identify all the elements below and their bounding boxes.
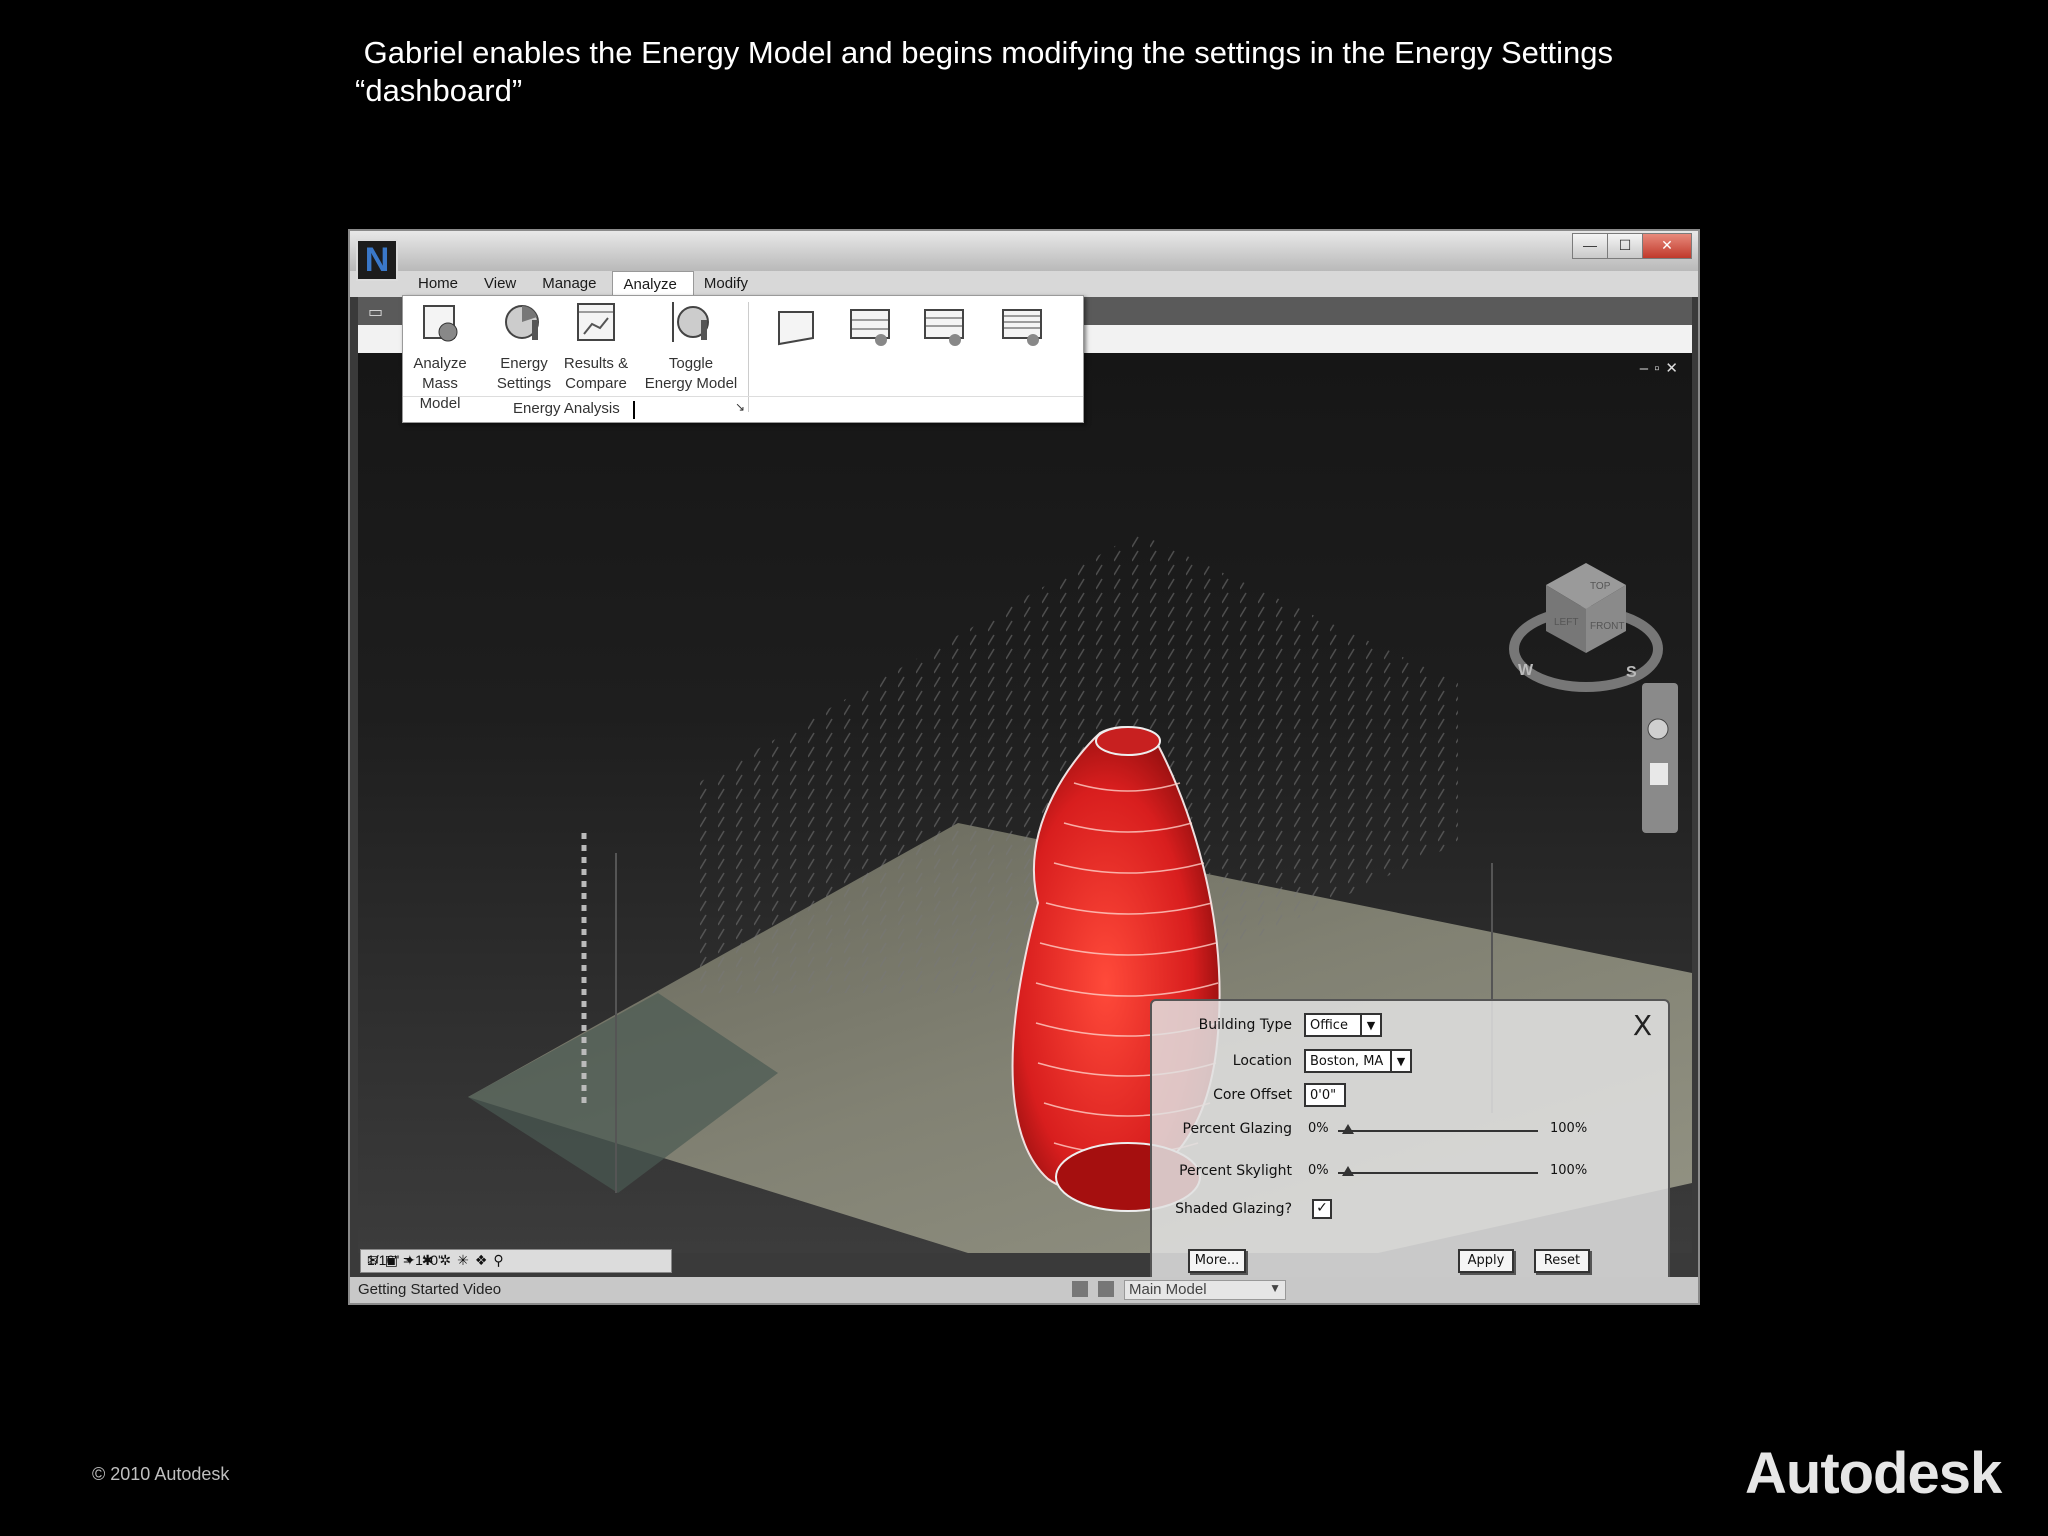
app-logo[interactable]: N	[356, 239, 398, 281]
reset-button[interactable]: Reset	[1534, 1249, 1590, 1273]
title-bar: — ☐ ✕	[350, 231, 1698, 271]
skylight-max-label: 100%	[1550, 1163, 1588, 1178]
percent-glazing-row: Percent Glazing 0% 100%	[1152, 1117, 1668, 1145]
3d-viewport[interactable]: TOP LEFT FRONT W S –▫✕ X Building Type O…	[358, 353, 1692, 1293]
viewcube-front-label: FRONT	[1590, 621, 1624, 632]
compass-west-label: W	[1518, 662, 1534, 679]
menu-bar: Home View Manage Analyze Modify	[408, 271, 764, 297]
shaded-glazing-row: Shaded Glazing? ✓	[1152, 1197, 1668, 1225]
status-bar: Getting Started Video Main Model ▼	[350, 1277, 1698, 1303]
mass-floors-icon[interactable]	[847, 304, 893, 350]
text-cursor	[633, 401, 635, 419]
autodesk-logo: Autodesk	[1745, 1441, 2002, 1506]
ribbon-panel: Analyze Mass Model Energy Settings Resul…	[402, 295, 1084, 423]
results-compare-icon	[577, 303, 615, 341]
minimize-button[interactable]: —	[1572, 233, 1608, 259]
skylight-min-label: 0%	[1308, 1163, 1329, 1178]
compass-south-label: S	[1626, 664, 1637, 681]
analyze-mass-model-icon	[423, 305, 458, 342]
open-folder-icon[interactable]: ▭	[368, 302, 383, 322]
menu-manage[interactable]: Manage	[532, 271, 612, 297]
workset-icon[interactable]	[1098, 1281, 1114, 1297]
mass-zones-icon[interactable]	[921, 304, 967, 350]
caption-line-1: Gabriel enables the Energy Model and beg…	[355, 35, 1613, 70]
toggle-energy-model-button[interactable]: Toggle Energy Model	[641, 300, 741, 394]
chevron-down-icon: ▼	[1360, 1015, 1380, 1035]
core-offset-row: Core Offset 0'0"	[1152, 1083, 1668, 1111]
viewport-window-controls[interactable]: –▫✕	[1640, 359, 1684, 377]
close-button[interactable]: ✕	[1642, 233, 1692, 259]
energy-settings-dialog: X Building Type Office ▼ Location Boston…	[1150, 999, 1670, 1293]
location-value: Boston, MA	[1310, 1054, 1384, 1069]
viewcube-left-label: LEFT	[1554, 617, 1578, 628]
percent-skylight-label: Percent Skylight	[1179, 1163, 1292, 1179]
tower-top	[1095, 726, 1161, 756]
skylight-slider-thumb[interactable]	[1342, 1166, 1354, 1176]
toggle-energy-model-icon	[672, 302, 709, 342]
menu-view[interactable]: View	[474, 271, 532, 297]
chevron-down-icon: ▼	[1390, 1051, 1410, 1071]
navigation-bar[interactable]	[1642, 683, 1678, 833]
menu-home[interactable]: Home	[408, 271, 474, 297]
core-offset-label: Core Offset	[1213, 1087, 1292, 1103]
core-offset-input[interactable]: 0'0"	[1304, 1083, 1346, 1107]
results-compare-button[interactable]: Results & Compare	[559, 300, 633, 394]
location-row: Location Boston, MA ▼	[1152, 1049, 1668, 1077]
model-select-value: Main Model	[1129, 1281, 1207, 1298]
glazing-max-label: 100%	[1550, 1121, 1588, 1136]
energy-settings-label-2: Settings	[496, 375, 552, 392]
building-type-label: Building Type	[1198, 1017, 1292, 1033]
viewcube[interactable]: TOP LEFT FRONT W S	[1509, 563, 1663, 692]
glazing-slider-thumb[interactable]	[1342, 1124, 1354, 1134]
window-controls: — ☐ ✕	[1572, 233, 1692, 259]
menu-modify[interactable]: Modify	[694, 271, 764, 297]
toggle-energy-model-label-1: Toggle	[668, 355, 714, 372]
location-label: Location	[1232, 1053, 1292, 1069]
building-type-value: Office	[1310, 1018, 1348, 1033]
location-select[interactable]: Boston, MA ▼	[1304, 1049, 1412, 1073]
menu-analyze[interactable]: Analyze	[612, 271, 694, 297]
maximize-button[interactable]: ☐	[1607, 233, 1643, 259]
building-type-row: Building Type Office ▼	[1152, 1013, 1668, 1041]
application-window: — ☐ ✕ N Home View Manage Analyze Modify …	[348, 229, 1700, 1305]
view-control-bar: 1/16" = 1'-0" ✉▣✦✱✲✳❖⚲	[360, 1249, 672, 1273]
toggle-energy-model-label-2: Energy Model	[644, 375, 738, 392]
percent-glazing-label: Percent Glazing	[1182, 1121, 1292, 1137]
slide-caption: Gabriel enables the Energy Model and beg…	[355, 34, 1715, 110]
mass-surfaces-icon[interactable]	[999, 304, 1045, 350]
results-compare-label-1: Results &	[563, 355, 629, 372]
status-text: Getting Started Video	[358, 1281, 502, 1298]
view-control-icons[interactable]: ✉▣✦✱✲✳❖⚲	[367, 1252, 510, 1269]
percent-glazing-slider[interactable]	[1338, 1124, 1538, 1134]
shaded-glazing-label: Shaded Glazing?	[1175, 1201, 1292, 1217]
filter-icon[interactable]	[1072, 1281, 1088, 1297]
glazing-min-label: 0%	[1308, 1121, 1329, 1136]
caption-line-2: “dashboard”	[355, 73, 523, 108]
copyright-text: © 2010 Autodesk	[92, 1464, 230, 1484]
panel-launcher-icon[interactable]: ↘	[735, 400, 745, 414]
mass-floor-icon[interactable]	[773, 304, 819, 350]
apply-button[interactable]: Apply	[1458, 1249, 1514, 1273]
percent-skylight-slider[interactable]	[1338, 1166, 1538, 1176]
percent-skylight-row: Percent Skylight 0% 100%	[1152, 1159, 1668, 1187]
analyze-mass-model-label-1: Analyze	[413, 355, 467, 372]
energy-analysis-panel-label: Energy Analysis	[513, 400, 620, 417]
energy-settings-button[interactable]: Energy Settings	[495, 300, 553, 394]
more-button[interactable]: More...	[1188, 1249, 1246, 1273]
ribbon-panel-footer: Energy Analysis ↘	[403, 396, 1083, 423]
building-type-select[interactable]: Office ▼	[1304, 1013, 1382, 1037]
energy-settings-label-1: Energy	[500, 355, 548, 372]
model-select[interactable]: Main Model ▼	[1124, 1280, 1286, 1300]
results-compare-label-2: Compare	[565, 375, 627, 392]
viewcube-top-label: TOP	[1590, 581, 1611, 592]
energy-settings-icon	[505, 305, 539, 340]
shaded-glazing-checkbox[interactable]: ✓	[1312, 1199, 1332, 1219]
chevron-down-icon: ▼	[1269, 1281, 1281, 1295]
